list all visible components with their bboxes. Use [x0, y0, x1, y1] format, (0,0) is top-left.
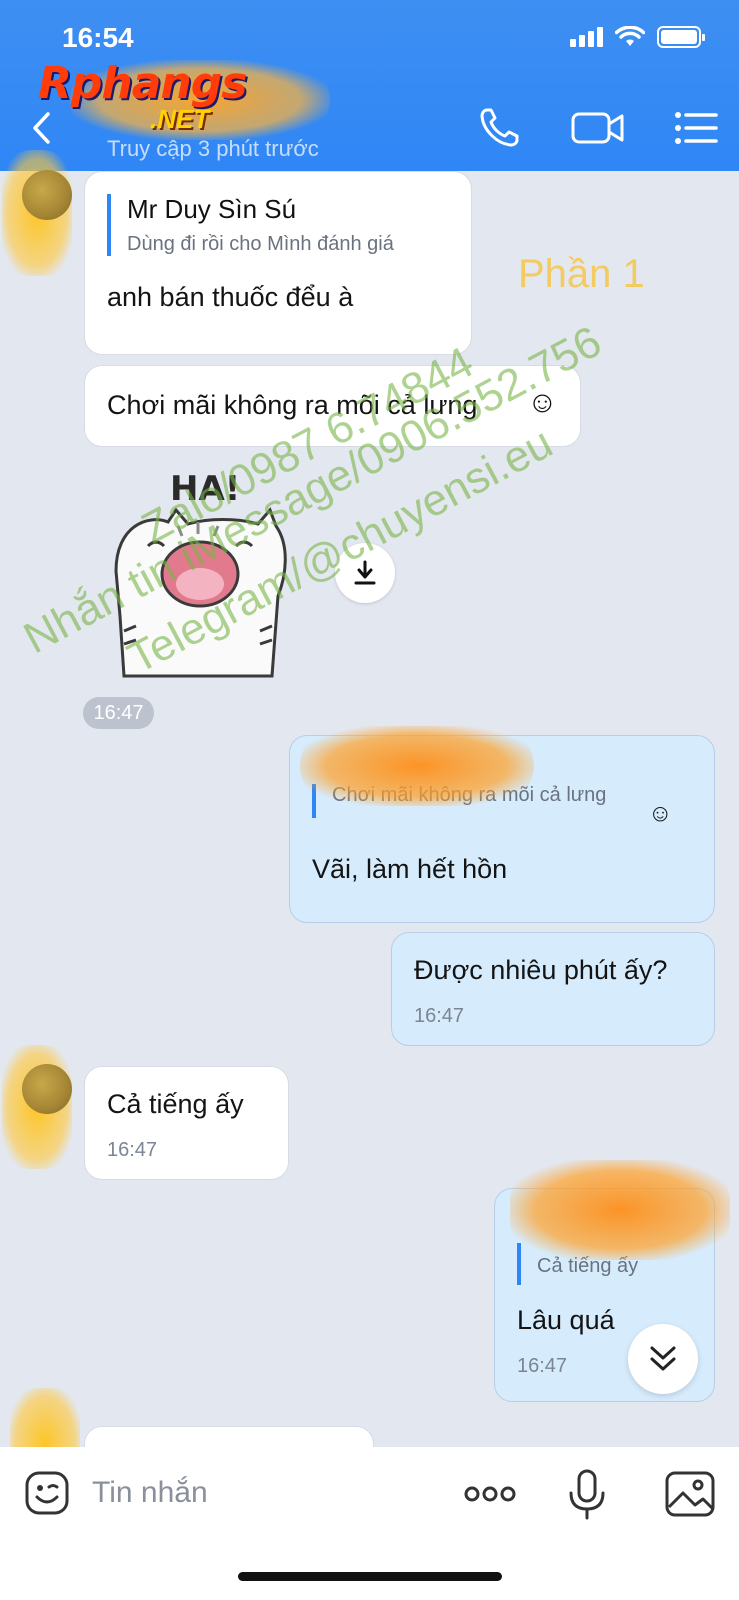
sticker-timestamp: 16:47: [83, 697, 154, 729]
message-timestamp: 16:47: [107, 1139, 158, 1161]
chat-header: 16:54 Rphangs .NET Truy cập 3 phút trước: [0, 0, 739, 171]
last-seen-status: Truy cập 3 phút trước: [107, 136, 319, 161]
watermark-logo: Rphangs: [38, 58, 247, 109]
image-icon[interactable]: [663, 1467, 717, 1521]
message-text: anh bán thuốc đểu à: [107, 282, 354, 312]
more-dots-icon[interactable]: [462, 1467, 518, 1521]
message-timestamp: 16:47: [517, 1355, 568, 1377]
status-icons: [570, 26, 705, 48]
redacted-quote-author: [300, 726, 534, 806]
part-label: Phần 1: [518, 252, 645, 296]
message-bubble-received[interactable]: Mr Duy Sìn Sú Dùng đi rồi cho Mình đánh …: [84, 171, 472, 355]
sticker-face-icon[interactable]: [23, 1469, 71, 1517]
microphone-icon[interactable]: [560, 1467, 614, 1521]
smiling-emoji-icon: ☺: [648, 800, 673, 827]
message-input[interactable]: [92, 1469, 422, 1517]
video-camera-icon[interactable]: [570, 104, 626, 152]
message-timestamp: 16:47: [414, 1005, 465, 1027]
cellular-signal-icon: [570, 27, 603, 47]
message-text: Cả tiếng ấy: [107, 1089, 244, 1119]
redacted-quote-author: [510, 1160, 730, 1260]
phone-icon[interactable]: [475, 104, 523, 152]
watermark-logo-suffix: .NET: [150, 104, 210, 134]
chevron-left-icon[interactable]: [28, 108, 56, 148]
message-text: Được nhiêu phút ấy?: [414, 955, 668, 985]
reply-preview: Dùng đi rồi cho Mình đánh giá: [127, 233, 394, 255]
message-text: Lâu quá: [517, 1305, 615, 1335]
reply-author: Mr Duy Sìn Sú: [127, 194, 297, 224]
wifi-icon: [615, 26, 645, 46]
message-bubble-received[interactable]: Cả tiếng ấy 16:47: [84, 1066, 289, 1180]
list-menu-icon[interactable]: [672, 104, 720, 152]
home-indicator[interactable]: [238, 1572, 502, 1581]
status-time: 16:54: [62, 22, 134, 53]
avatar[interactable]: [22, 170, 72, 220]
avatar[interactable]: [22, 1064, 72, 1114]
battery-icon: [657, 26, 705, 48]
reply-quote[interactable]: Mr Duy Sìn Sú Dùng đi rồi cho Mình đánh …: [107, 194, 394, 256]
message-text: Vãi, làm hết hồn: [312, 854, 508, 884]
message-bubble-sent[interactable]: Được nhiêu phút ấy? 16:47: [391, 932, 715, 1046]
chevron-double-down-icon[interactable]: [628, 1324, 698, 1394]
